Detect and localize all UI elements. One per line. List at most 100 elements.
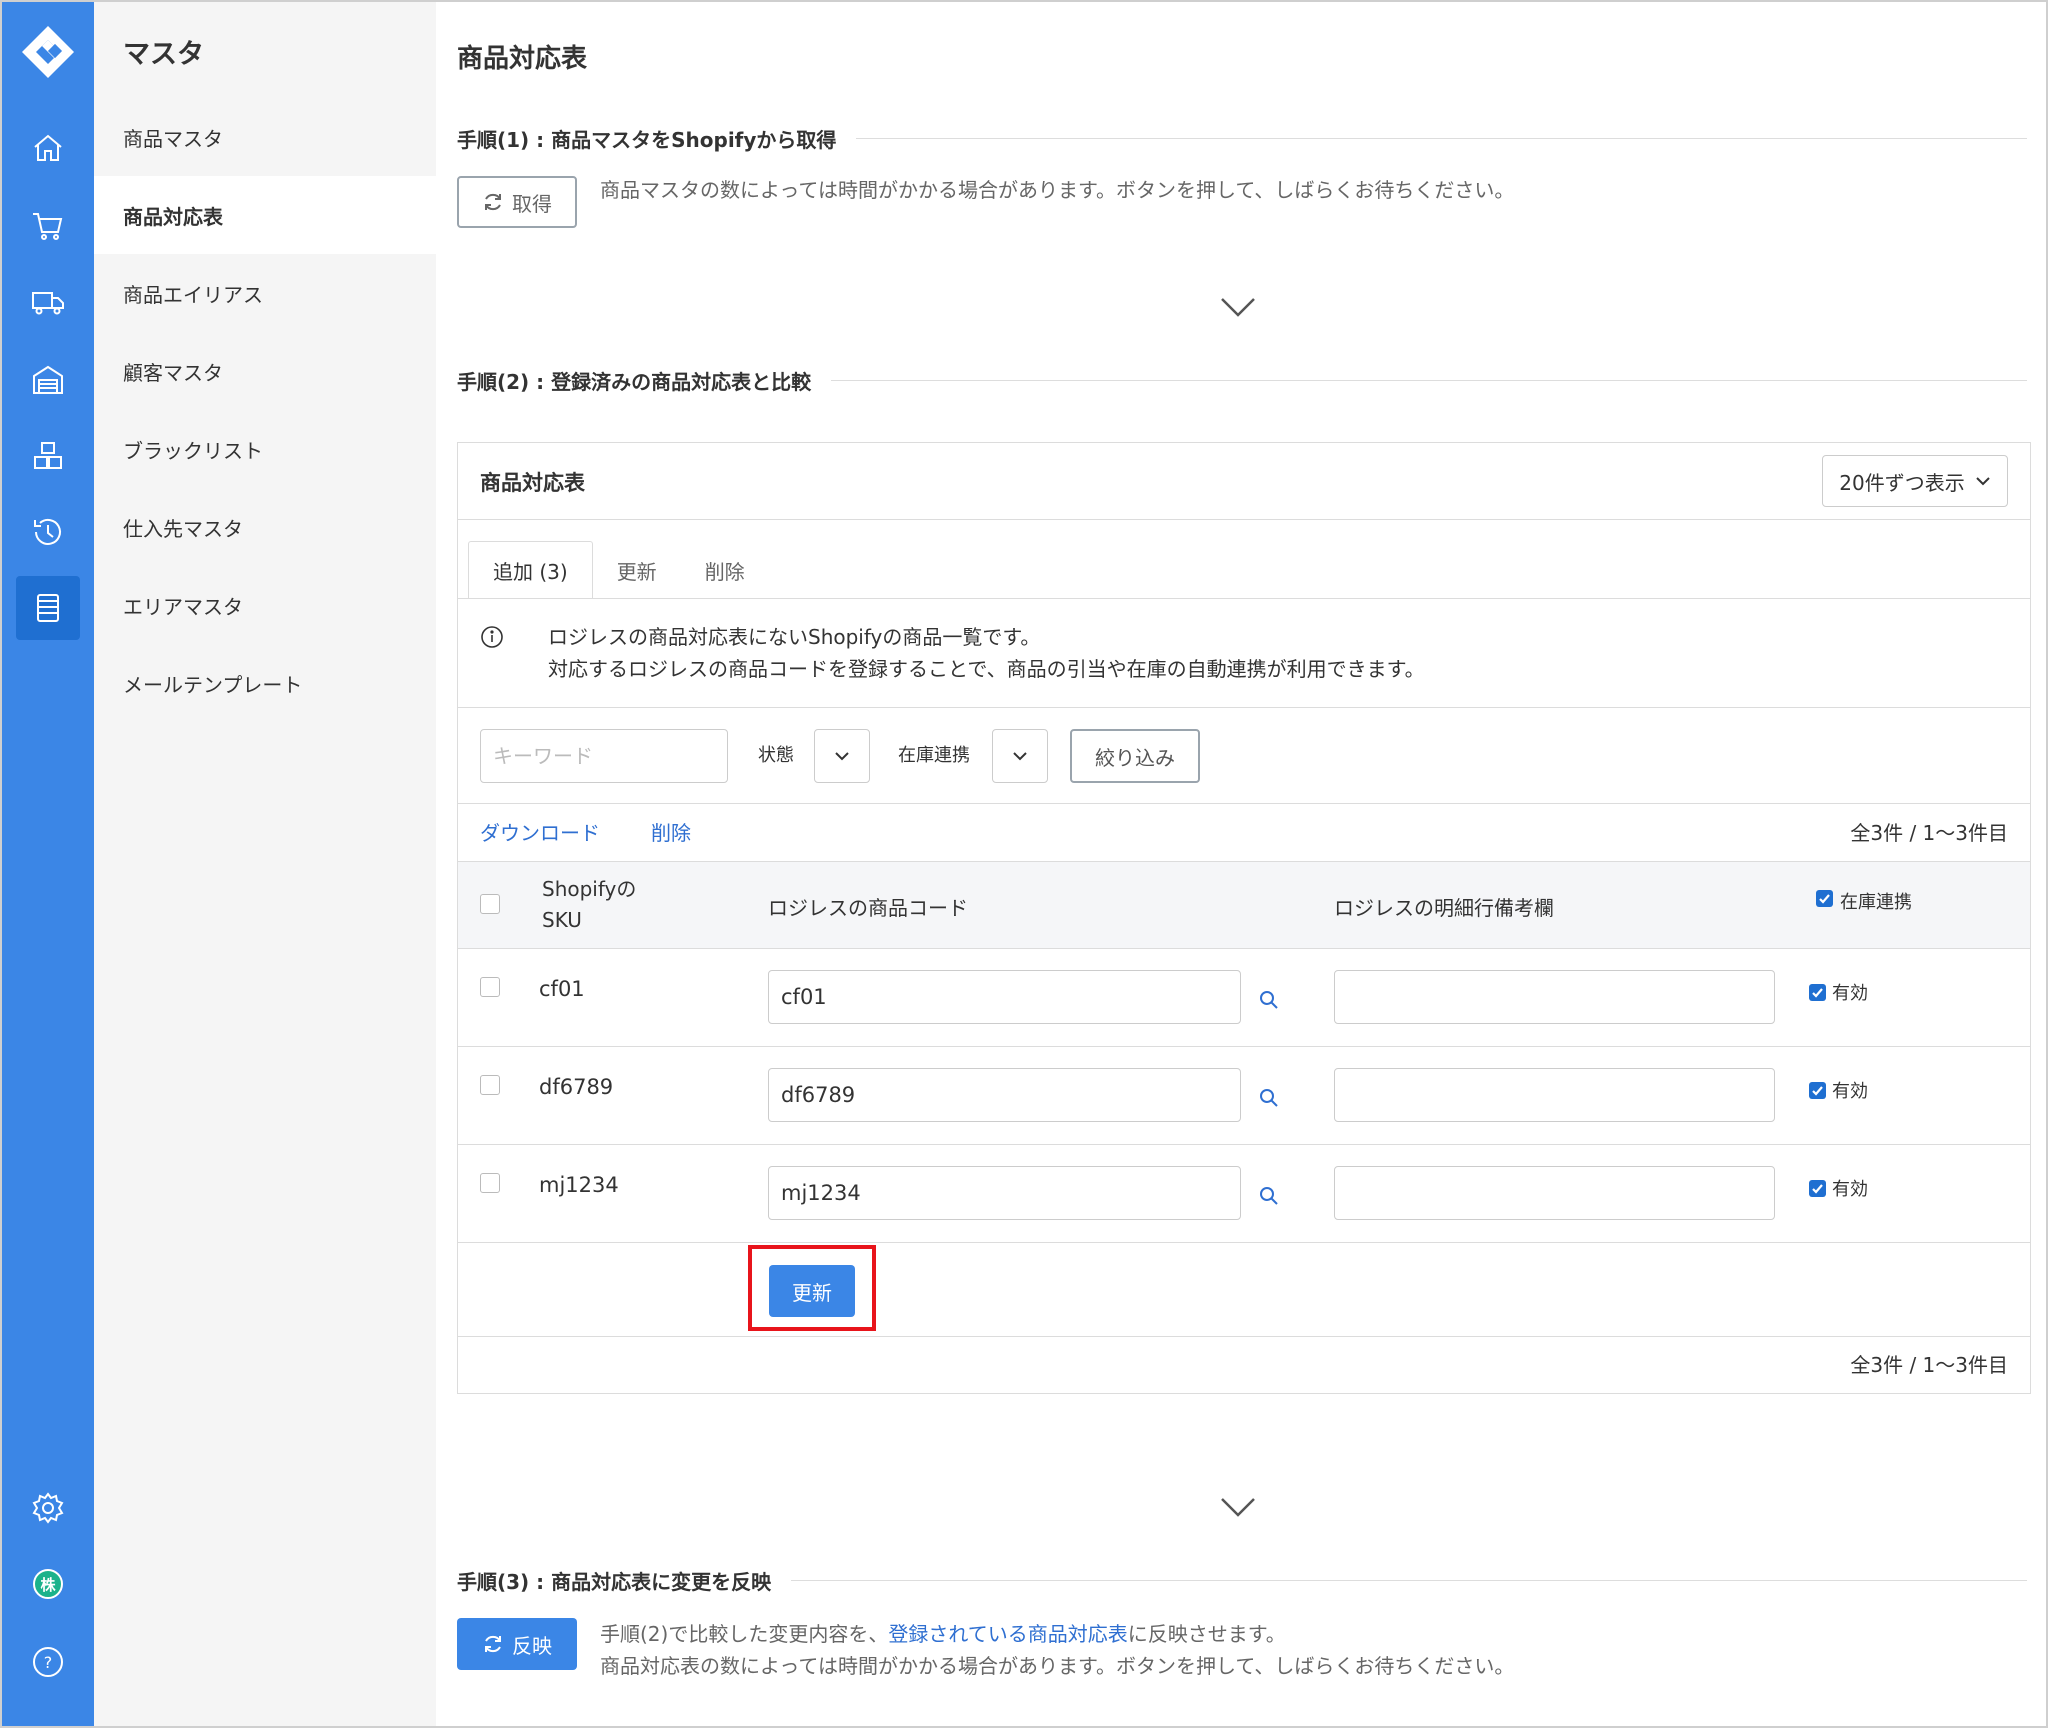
code-input[interactable]: cf01 [768,970,1241,1024]
sidebar-item-mail-template[interactable]: メールテンプレート [94,644,436,722]
per-page-value: 20件ずつ表示 [1839,470,1965,495]
info-line-1: ロジレスの商品対応表にないShopifyの商品一覧です。 [548,625,1041,649]
check-icon [1812,1085,1823,1096]
stock-checkbox[interactable] [1809,1179,1826,1197]
check-icon [1812,1183,1823,1194]
svg-text:?: ? [44,1653,53,1672]
memo-input[interactable] [1334,970,1775,1024]
delete-link[interactable]: 削除 [651,817,691,846]
tab-update[interactable]: 更新 [593,541,681,599]
step2-heading-text: 手順(2) : 登録済みの商品対応表と比較 [457,370,812,394]
stock-checkbox[interactable] [1809,983,1826,1001]
keyword-input[interactable] [480,729,728,783]
stock-toggle[interactable]: 有効 [1809,1175,1868,1201]
table-row: mj1234 mj1234 有効 [458,1145,2030,1243]
divider [791,1580,2027,1581]
memo-input[interactable] [1334,1068,1775,1122]
sidebar-item-area-master[interactable]: エリアマスタ [94,566,436,644]
home-icon[interactable] [16,116,80,180]
sub-sidebar: マスタ 商品マスタ 商品対応表 商品エイリアス 顧客マスタ ブラックリスト 仕入… [94,2,436,1726]
company-icon[interactable]: 株 [16,1552,80,1616]
apply-button[interactable]: 反映 [457,1618,577,1670]
refresh-icon [485,193,501,211]
list-icon[interactable] [16,576,80,640]
step3-note-line1: 手順(2)で比較した変更内容を、登録されている商品対応表に反映させます。 [600,1618,1514,1650]
stock-filter-label: 在庫連携 [898,745,970,766]
main-content: 商品対応表 手順(1) : 商品マスタをShopifyから取得 取得 商品マスタ… [436,2,2046,1726]
row-sku: mj1234 [539,1173,619,1197]
sidebar-item-customer-master[interactable]: 顧客マスタ [94,332,436,410]
info-line-2: 対応するロジレスの商品コードを登録することで、商品の引当や在庫の自動連携が利用で… [548,657,1425,681]
icon-rail: 株 ? [2,2,94,1726]
sidebar-item-product-master[interactable]: 商品マスタ [94,98,436,176]
mapping-link[interactable]: 登録されている商品対応表 [888,1622,1127,1646]
col-sku: Shopifyの SKU [542,874,636,936]
fetch-button[interactable]: 取得 [457,176,577,228]
info-box: ロジレスの商品対応表にないShopifyの商品一覧です。 対応するロジレスの商品… [480,621,1425,685]
search-icon[interactable] [1258,1087,1280,1109]
col-sku-line2: SKU [542,908,582,932]
search-icon[interactable] [1258,1185,1280,1207]
step2-heading: 手順(2) : 登録済みの商品対応表と比較 [457,366,2027,395]
status-label: 状態 [758,745,794,766]
step3-heading-text: 手順(3) : 商品対応表に変更を反映 [457,1570,772,1594]
apply-button-label: 反映 [512,1633,552,1658]
divider [856,138,2027,139]
row-checkbox[interactable] [480,977,500,997]
stock-all-checkbox[interactable] [1816,890,1833,907]
fetch-button-label: 取得 [512,191,552,216]
col-sku-line1: Shopifyの [542,877,637,901]
step3-note-line2: 商品対応表の数によっては時間がかかる場合があります。ボタンを押して、しばらくお待… [600,1654,1515,1678]
truck-icon[interactable] [16,270,80,334]
per-page-select[interactable]: 20件ずつ表示 [1822,455,2008,507]
stock-checkbox[interactable] [1809,1081,1826,1099]
cart-icon[interactable] [16,194,80,258]
row-checkbox[interactable] [480,1075,500,1095]
history-icon[interactable] [16,500,80,564]
info-icon [481,626,503,648]
col-stock: 在庫連携 [1840,892,1912,913]
chevron-down-icon [1013,752,1027,761]
sidebar-item-product-mapping[interactable]: 商品対応表 [94,176,436,254]
code-input[interactable]: df6789 [768,1068,1241,1122]
step3-note-prefix: 手順(2)で比較した変更内容を、 [600,1622,889,1646]
table-header: Shopifyの SKU ロジレスの商品コード ロジレスの明細行備考欄 在庫連携 [458,861,2030,949]
step1-heading-text: 手順(1) : 商品マスタをShopifyから取得 [457,128,837,152]
code-input[interactable]: mj1234 [768,1166,1241,1220]
check-icon [1819,894,1830,904]
select-all-checkbox[interactable] [480,894,500,914]
boxes-icon[interactable] [16,424,80,488]
stock-toggle[interactable]: 有効 [1809,979,1868,1005]
row-sku: cf01 [539,977,585,1001]
gear-icon[interactable] [16,1476,80,1540]
sidebar-item-blacklist[interactable]: ブラックリスト [94,410,436,488]
row-checkbox[interactable] [480,1173,500,1193]
filter-button[interactable]: 絞り込み [1070,729,1200,783]
stock-label: 有効 [1832,1081,1868,1102]
divider [831,380,2027,381]
status-select[interactable] [814,729,870,783]
table-row: df6789 df6789 有効 [458,1047,2030,1145]
chevron-down-icon [1221,298,1255,317]
warehouse-icon[interactable] [16,348,80,412]
table-row: cf01 cf01 有効 [458,949,2030,1047]
chevron-down-icon [1976,477,1990,486]
help-icon[interactable]: ? [16,1630,80,1694]
chevron-down-icon [835,752,849,761]
tab-add[interactable]: 追加 (3) [468,541,593,599]
stock-toggle[interactable]: 有効 [1809,1077,1868,1103]
divider [458,803,2030,804]
tab-delete[interactable]: 削除 [681,541,769,599]
logo-icon[interactable] [20,24,76,80]
refresh-icon [485,1635,501,1653]
highlight-box [748,1245,876,1331]
divider [458,598,2030,599]
stock-select[interactable] [992,729,1048,783]
app-frame: 株 ? マスタ 商品マスタ 商品対応表 商品エイリアス 顧客マスタ ブラックリス… [0,0,2048,1728]
divider [458,707,2030,708]
search-icon[interactable] [1258,989,1280,1011]
sidebar-item-supplier-master[interactable]: 仕入先マスタ [94,488,436,566]
memo-input[interactable] [1334,1166,1775,1220]
download-link[interactable]: ダウンロード [480,817,600,846]
sidebar-item-product-alias[interactable]: 商品エイリアス [94,254,436,332]
